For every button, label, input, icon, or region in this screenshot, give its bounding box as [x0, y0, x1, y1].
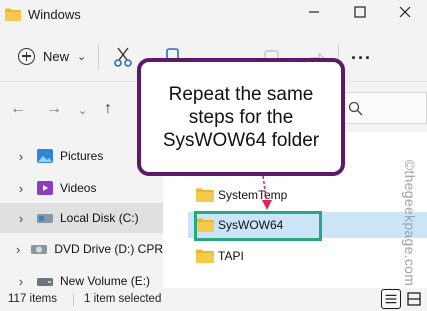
file-name: TAPI — [218, 249, 244, 263]
forward-icon[interactable]: → — [46, 100, 62, 118]
list-item-selected[interactable]: SysWOW64 — [188, 212, 427, 238]
folder-icon — [5, 8, 21, 21]
instruction-callout: Repeat the same steps for the SysWOW64 f… — [137, 58, 345, 176]
selection-count: 1 item selected — [84, 293, 162, 305]
chevron-down-icon[interactable]: ⌄ — [78, 104, 87, 117]
toolbar-divider — [98, 44, 99, 70]
folder-icon — [196, 249, 214, 263]
list-item[interactable]: TAPI — [188, 243, 427, 269]
minimize-icon — [309, 11, 319, 13]
plus-icon — [18, 47, 35, 65]
status-divider — [73, 293, 74, 306]
new-button[interactable]: New ⌄ — [10, 41, 88, 71]
more-icon[interactable]: ··· — [351, 48, 372, 69]
sidebar-item-dvd-drive[interactable]: › DVD Drive (D:) CPR — [0, 234, 163, 264]
drive-icon — [37, 278, 53, 286]
sidebar-item-label: Pictures — [60, 149, 104, 163]
file-name: SysWOW64 — [218, 218, 284, 232]
chevron-right-icon[interactable]: › — [0, 211, 28, 226]
sidebar-item-label: Videos — [60, 181, 97, 195]
sidebar-item-local-disk[interactable]: › Local Disk (C:) — [0, 203, 163, 233]
videos-icon — [37, 181, 53, 195]
maximize-icon — [354, 6, 366, 18]
status-bar: 117 items 1 item selected — [0, 288, 427, 311]
callout-text: Repeat the same steps for the SysWOW64 f… — [162, 83, 320, 151]
minimize-button[interactable] — [303, 4, 325, 24]
chevron-right-icon[interactable]: › — [0, 242, 22, 257]
window-title: Windows — [28, 7, 81, 22]
file-name: SystemTemp — [218, 188, 288, 202]
details-view-icon[interactable] — [381, 289, 401, 309]
cut-icon[interactable] — [112, 46, 134, 68]
back-icon[interactable]: ← — [10, 100, 26, 118]
dvd-drive-icon — [31, 245, 48, 254]
tiles-view-icon[interactable] — [404, 289, 424, 309]
chevron-down-icon: ⌄ — [77, 50, 87, 63]
pictures-icon — [37, 149, 53, 163]
close-icon — [399, 6, 411, 18]
sidebar-item-label: New Volume (E:) — [60, 274, 151, 288]
chevron-right-icon[interactable]: › — [0, 274, 28, 289]
local-disk-icon — [37, 214, 53, 223]
search-icon — [348, 101, 363, 116]
folder-icon — [196, 188, 214, 202]
chevron-right-icon[interactable]: › — [0, 149, 28, 164]
item-count: 117 items — [8, 293, 58, 305]
maximize-button[interactable] — [349, 4, 371, 24]
sidebar-item-label: Local Disk (C:) — [60, 211, 139, 225]
chevron-right-icon[interactable]: › — [0, 181, 28, 196]
up-icon[interactable]: ↑ — [104, 100, 112, 118]
list-item[interactable]: SystemTemp — [188, 182, 427, 208]
new-label: New — [43, 48, 70, 64]
folder-icon — [196, 218, 214, 232]
close-button[interactable] — [394, 4, 416, 24]
sidebar-item-videos[interactable]: › Videos — [0, 173, 163, 203]
sidebar-item-label: DVD Drive (D:) CPR — [54, 242, 163, 256]
title-bar: Windows — [0, 0, 427, 30]
search-input[interactable] — [337, 92, 427, 124]
